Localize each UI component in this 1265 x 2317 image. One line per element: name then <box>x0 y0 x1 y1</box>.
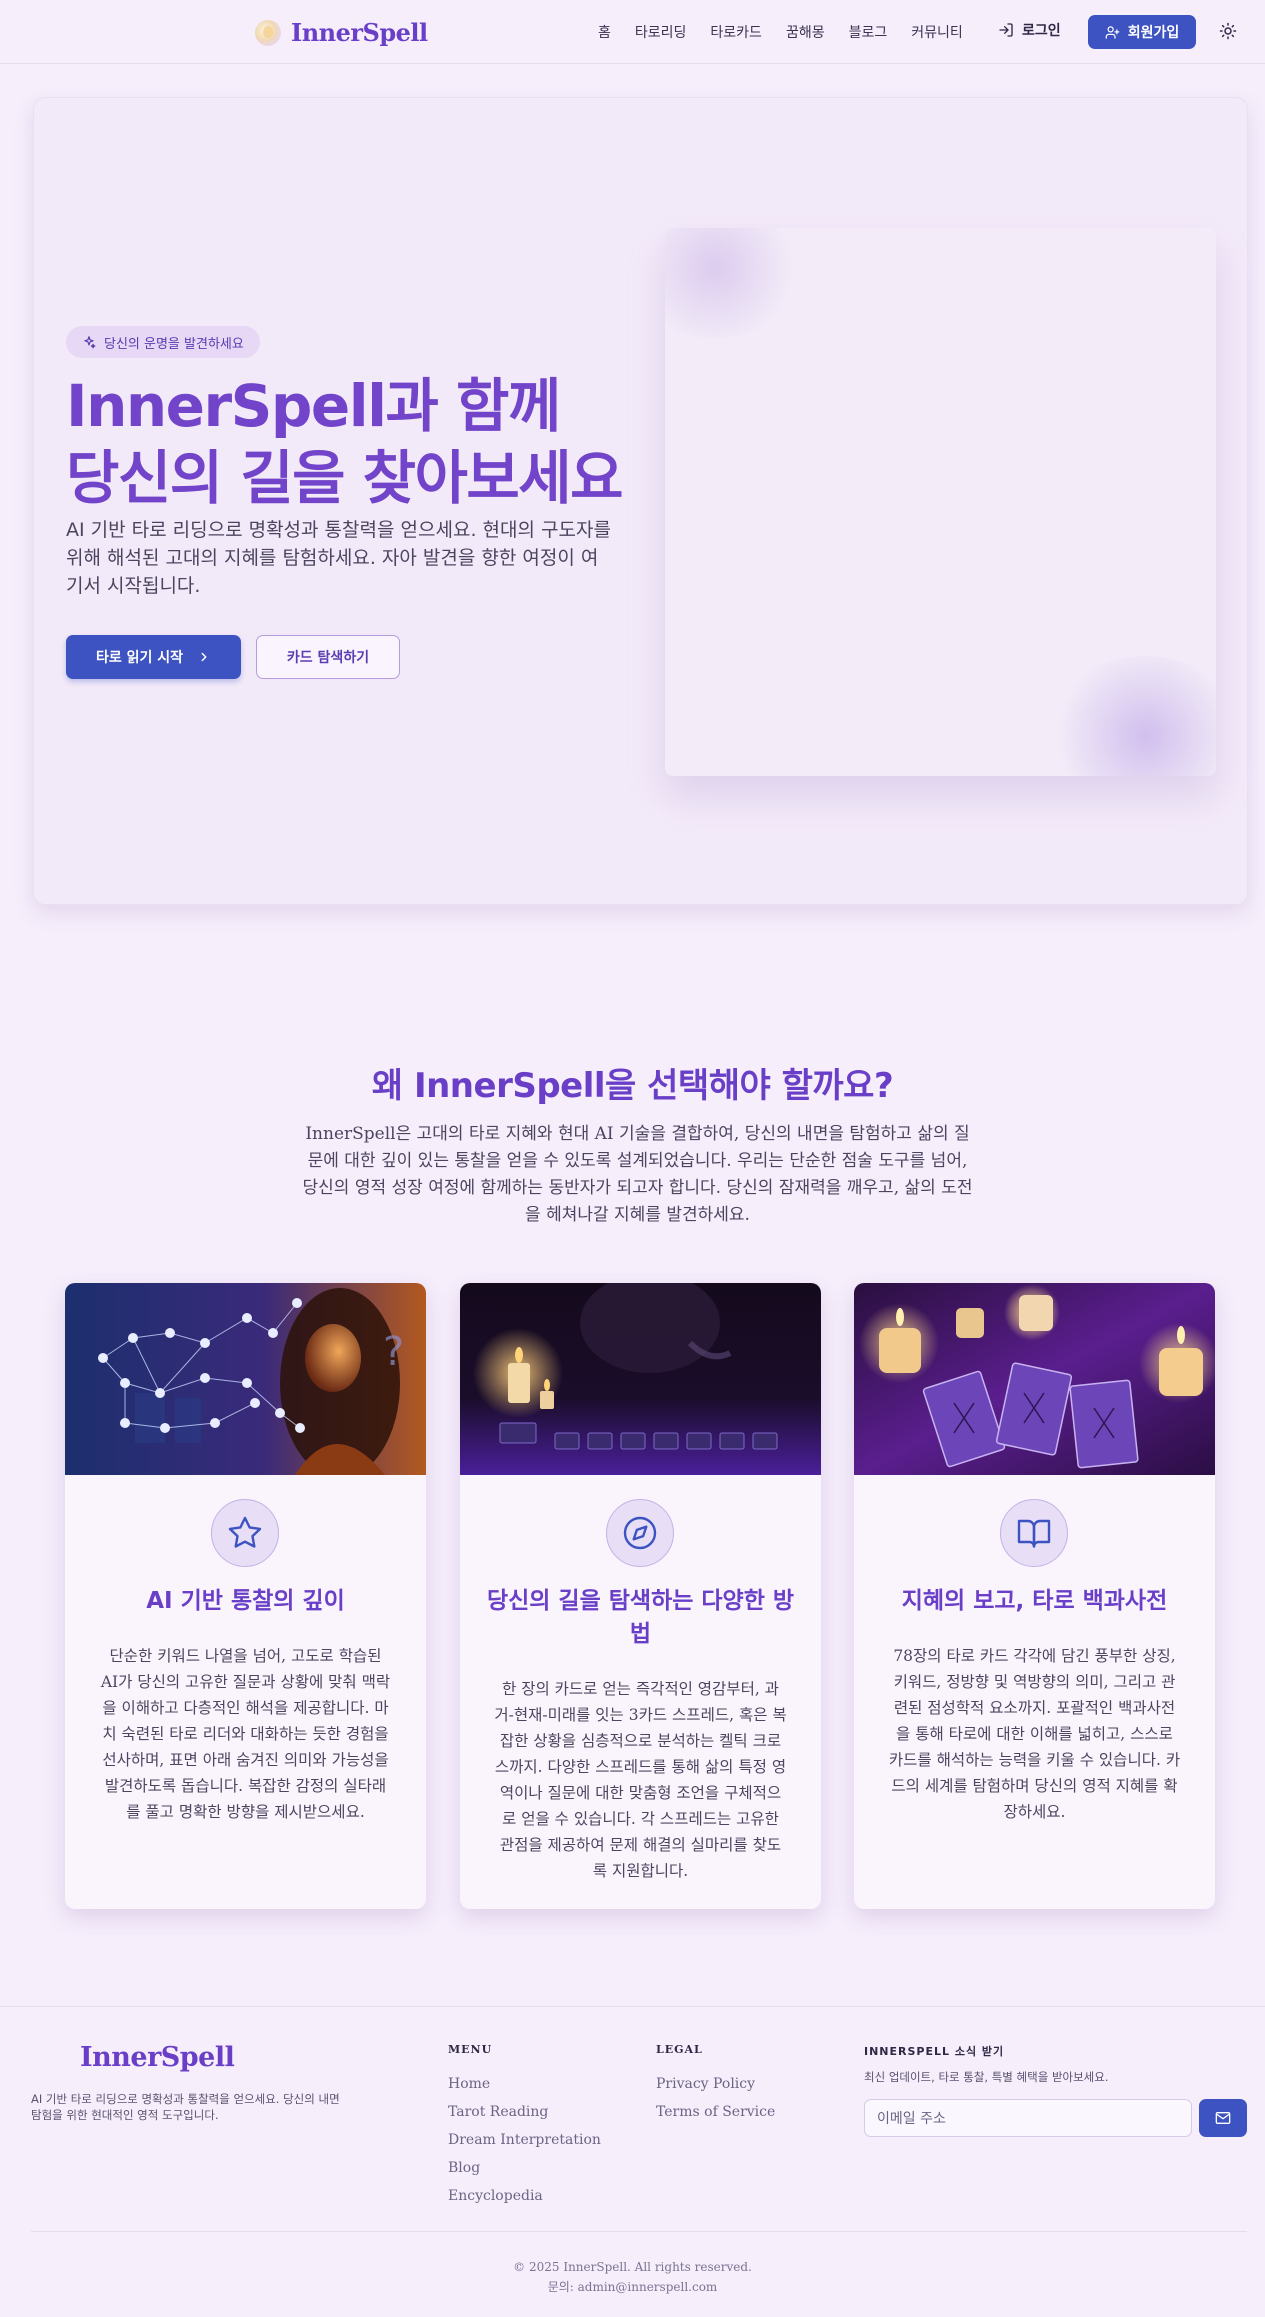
compass-icon <box>623 1516 657 1550</box>
brand-name: InnerSpell <box>291 18 428 47</box>
feature-icon-badge <box>1000 1499 1068 1567</box>
feature-card-encyclopedia: 지혜의 보고, 타로 백과사전 78장의 타로 카드 각각에 담긴 풍부한 상징… <box>854 1283 1215 1909</box>
footer-link-blog[interactable]: Blog <box>448 2154 601 2182</box>
signup-button[interactable]: 회원가입 <box>1088 15 1196 49</box>
ai-network-illustration: ? <box>65 1283 426 1475</box>
feature-card-text: 단순한 키워드 나열을 넘어, 고도로 학습된 AI가 당신의 고유한 질문과 … <box>100 1647 391 1821</box>
feature-card-image <box>854 1283 1215 1475</box>
newsletter-description: 최신 업데이트, 타로 통찰, 특별 혜택을 받아보세요. <box>864 2070 1109 2084</box>
feature-card-title: AI 기반 통찰의 깊이 <box>146 1588 345 1614</box>
nav-item-dream[interactable]: 꿈해몽 <box>786 22 825 42</box>
why-section-title: 왜 InnerSpell을 선택해야 할까요? <box>371 1066 894 1106</box>
hero-image-glow <box>665 228 805 338</box>
user-plus-icon <box>1105 25 1120 39</box>
newsletter-email-input[interactable]: 이메일 주소 <box>864 2099 1192 2137</box>
footer-legal: LEGAL Privacy Policy Terms of Service <box>656 2043 775 2126</box>
sun-icon[interactable] <box>1219 22 1237 40</box>
hero-badge-label: 당신의 운명을 발견하세요 <box>104 336 244 352</box>
site-header: InnerSpell 홈 타로리딩 타로카드 꿈해몽 블로그 커뮤니티 로그인 … <box>0 0 1265 64</box>
start-reading-button[interactable]: 타로 읽기 시작 <box>66 635 241 679</box>
footer-link-dream[interactable]: Dream Interpretation <box>448 2126 601 2154</box>
nav-item-tarot-cards[interactable]: 타로카드 <box>710 22 762 42</box>
copyright-text: © 2025 InnerSpell. All rights reserved. <box>513 2260 752 2274</box>
book-open-icon <box>1017 1519 1051 1548</box>
feature-card-image <box>460 1283 821 1475</box>
nav-item-community[interactable]: 커뮤니티 <box>911 22 963 42</box>
feature-card-title: 당신의 길을 탐색하는 다양한 방법 <box>486 1588 795 1647</box>
hero-image <box>665 228 1216 776</box>
login-icon <box>999 23 1013 37</box>
footer-link-home[interactable]: Home <box>448 2070 601 2098</box>
footer-menu: MENU Home Tarot Reading Dream Interpreta… <box>448 2043 601 2210</box>
feature-card-image: ? <box>65 1283 426 1475</box>
nav-item-home[interactable]: 홈 <box>598 22 611 42</box>
chevron-right-icon <box>201 652 207 662</box>
footer-newsletter: INNERSPELL 소식 받기 최신 업데이트, 타로 통찰, 특별 혜택을 … <box>864 2043 1109 2085</box>
feature-card-text: 한 장의 카드로 얻는 즉각적인 영감부터, 과거-현재-미래를 잇는 3카드 … <box>494 1680 787 1880</box>
explore-cards-button[interactable]: 카드 탐색하기 <box>256 635 400 679</box>
nav-item-blog[interactable]: 블로그 <box>849 22 888 42</box>
hero-badge: 당신의 운명을 발견하세요 <box>66 326 260 358</box>
footer-description: AI 기반 타로 리딩으로 명확성과 통찰력을 얻으세요. 당신의 내면 탐험을… <box>31 2092 340 2122</box>
brand-logo[interactable]: InnerSpell <box>255 18 428 47</box>
why-section-description: InnerSpell은 고대의 타로 지혜와 현대 AI 기술을 결합하여, 당… <box>302 1124 973 1225</box>
logo-icon <box>255 19 281 46</box>
feature-card-ai: ? AI 기반 통찰의 깊이 단순한 키워드 나열을 넘어, 고도로 학습된 A… <box>65 1283 426 1909</box>
signup-label: 회원가입 <box>1127 25 1180 41</box>
tarot-cards-illustration <box>854 1283 1215 1475</box>
footer-legal-title: LEGAL <box>656 2043 703 2056</box>
hero-image-glow <box>1046 656 1216 776</box>
newsletter-title: INNERSPELL 소식 받기 <box>864 2045 1005 2058</box>
svg-text:?: ? <box>383 1329 404 1375</box>
feature-card-text: 78장의 타로 카드 각각에 담긴 풍부한 상징, 키워드, 정방향 및 역방향… <box>888 1647 1181 1821</box>
feature-icon-badge <box>211 1499 279 1567</box>
mail-icon <box>1215 2112 1231 2124</box>
star-icon <box>228 1516 262 1548</box>
login-button[interactable]: 로그인 <box>998 20 1061 40</box>
footer-link-privacy[interactable]: Privacy Policy <box>656 2070 775 2098</box>
explore-cards-label: 카드 탐색하기 <box>286 650 370 666</box>
site-footer: InnerSpell AI 기반 타로 리딩으로 명확성과 통찰력을 얻으세요.… <box>0 2006 1265 2317</box>
footer-link-encyclopedia[interactable]: Encyclopedia <box>448 2182 601 2210</box>
contact-text[interactable]: 문의: admin@innerspell.com <box>0 2277 1265 2297</box>
feature-icon-badge <box>606 1499 674 1567</box>
candle-table-illustration <box>460 1283 821 1475</box>
nav-item-tarot-reading[interactable]: 타로리딩 <box>635 22 687 42</box>
footer-divider <box>31 2231 1247 2232</box>
footer-menu-title: MENU <box>448 2043 493 2056</box>
hero-title: InnerSpell과 함께 당신의 길을 찾아보세요 <box>66 372 624 512</box>
login-label: 로그인 <box>1022 23 1061 39</box>
newsletter-submit-button[interactable] <box>1199 2099 1247 2137</box>
hero-description: AI 기반 타로 리딩으로 명확성과 통찰력을 얻으세요. 현대의 구도자를 위… <box>66 519 611 597</box>
feature-card-spreads: 당신의 길을 탐색하는 다양한 방법 한 장의 카드로 얻는 즉각적인 영감부터… <box>460 1283 821 1909</box>
start-reading-label: 타로 읽기 시작 <box>95 650 184 666</box>
sparkles-icon <box>84 336 96 349</box>
footer-link-tarot-reading[interactable]: Tarot Reading <box>448 2098 601 2126</box>
footer-link-terms[interactable]: Terms of Service <box>656 2098 775 2126</box>
main-nav: 홈 타로리딩 타로카드 꿈해몽 블로그 커뮤니티 <box>598 0 963 64</box>
footer-copyright: © 2025 InnerSpell. All rights reserved. … <box>0 2257 1265 2297</box>
hero-section: 당신의 운명을 발견하세요 InnerSpell과 함께 당신의 길을 찾아보세… <box>33 97 1248 905</box>
feature-card-title: 지혜의 보고, 타로 백과사전 <box>901 1588 1168 1614</box>
footer-brand[interactable]: InnerSpell <box>80 2042 235 2073</box>
